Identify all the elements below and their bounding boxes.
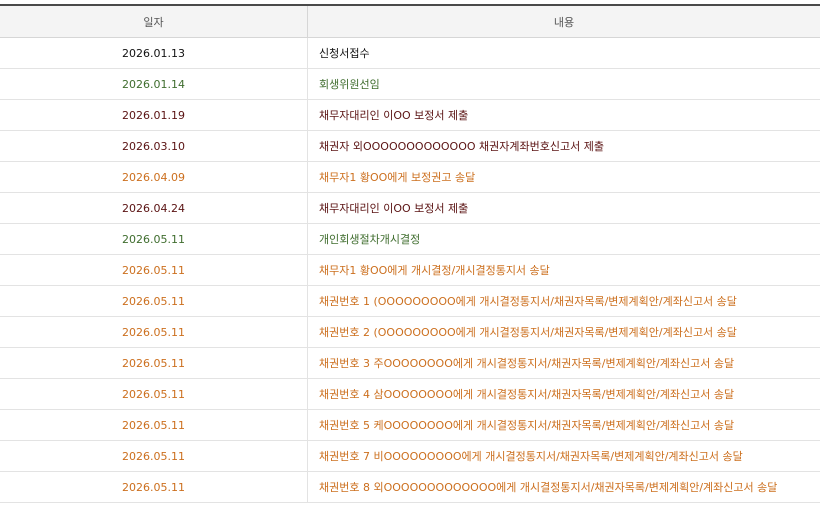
row-date: 2026.05.11 xyxy=(0,317,308,347)
table-row: 2026.05.11 채권번호 7 비OOOOOOOOO에게 개시결정통지서/채권… xyxy=(0,441,820,472)
table-row: 2026.05.11 개인회생절차개시결정 xyxy=(0,224,820,255)
header-content: 내용 xyxy=(553,15,575,29)
row-content: 채권번호 3 주OOOOOOOO에게 개시결정통지서/채권자목록/변제계획안/계… xyxy=(319,357,735,370)
row-date: 2026.05.11 xyxy=(0,379,308,409)
table-row: 2026.05.11 채권번호 4 삼OOOOOOOO에게 개시결정통지서/채권자… xyxy=(0,379,820,410)
table-row: 2026.01.14 회생위원선임 xyxy=(0,69,820,100)
row-date: 2026.05.11 xyxy=(0,410,308,440)
table-row: 2026.05.11 채권번호 5 케OOOOOOOO에게 개시결정통지서/채권자… xyxy=(0,410,820,441)
table-body: 2026.01.13 신청서접수 2026.01.14 회생위원선임 2026.01.1… xyxy=(0,38,820,503)
row-date: 2026.01.19 xyxy=(0,100,308,130)
row-date: 2026.05.11 xyxy=(0,348,308,378)
row-date: 2026.05.11 xyxy=(0,472,308,502)
table-row: 2026.05.11 채권번호 3 주OOOOOOOO에게 개시결정통지서/채권자… xyxy=(0,348,820,379)
row-content: 개인회생절차개시결정 xyxy=(319,233,421,246)
table-row: 2026.03.10 채권자 외OOOOOOOOOOOOO 채권자계좌번호신고서 … xyxy=(0,131,820,162)
row-content: 회생위원선임 xyxy=(319,78,380,91)
row-content: 채무자대리인 이OO 보정서 제출 xyxy=(319,109,469,122)
row-content: 채무자1 황OO에게 개시결정/개시결정통지서 송달 xyxy=(319,264,550,277)
row-content: 채무자대리인 이OO 보정서 제출 xyxy=(319,202,469,215)
row-content: 신청서접수 xyxy=(319,47,370,60)
row-content: 채권번호 5 케OOOOOOOO에게 개시결정통지서/채권자목록/변제계획안/계… xyxy=(319,419,735,432)
header-date: 일자 xyxy=(0,6,308,37)
row-date: 2026.01.13 xyxy=(0,38,308,68)
row-date: 2026.05.11 xyxy=(0,441,308,471)
table-row: 2026.04.24 채무자대리인 이OO 보정서 제출 xyxy=(0,193,820,224)
table-row: 2026.01.19 채무자대리인 이OO 보정서 제출 xyxy=(0,100,820,131)
table-row: 2026.01.13 신청서접수 xyxy=(0,38,820,69)
table-row: 2026.05.11 채권번호 8 외OOOOOOOOOOOOO에게 개시결정통지… xyxy=(0,472,820,503)
table-row: 2026.04.09 채무자1 황OO에게 보정권고 송달 xyxy=(0,162,820,193)
row-content: 채권번호 7 비OOOOOOOOO에게 개시결정통지서/채권자목록/변제계획안/… xyxy=(319,450,743,463)
table-row: 2026.05.11 채무자1 황OO에게 개시결정/개시결정통지서 송달 xyxy=(0,255,820,286)
row-date: 2026.01.14 xyxy=(0,69,308,99)
row-content: 채무자1 황OO에게 보정권고 송달 xyxy=(319,171,476,184)
row-content: 채권번호 4 삼OOOOOOOO에게 개시결정통지서/채권자목록/변제계획안/계… xyxy=(319,388,735,401)
table-row: 2026.05.11 채권번호 1 (OOOOOOOOO에게 개시결정통지서/채권… xyxy=(0,286,820,317)
row-content: 채권번호 8 외OOOOOOOOOOOOO에게 개시결정통지서/채권자목록/변제… xyxy=(319,481,778,494)
row-date: 2026.04.24 xyxy=(0,193,308,223)
case-history-table: 일자 내용 2026.01.13 신청서접수 2026.01.14 회생위원선임 202… xyxy=(0,0,820,503)
row-date: 2026.05.11 xyxy=(0,224,308,254)
table-row: 2026.05.11 채권번호 2 (OOOOOOOOO에게 개시결정통지서/채권… xyxy=(0,317,820,348)
row-date: 2026.03.10 xyxy=(0,131,308,161)
row-content: 채권자 외OOOOOOOOOOOOO 채권자계좌번호신고서 제출 xyxy=(319,140,604,153)
row-date: 2026.05.11 xyxy=(0,255,308,285)
row-date: 2026.05.11 xyxy=(0,286,308,316)
row-date: 2026.04.09 xyxy=(0,162,308,192)
table-header: 일자 내용 xyxy=(0,6,820,38)
row-content: 채권번호 1 (OOOOOOOOO에게 개시결정통지서/채권자목록/변제계획안/… xyxy=(319,295,737,308)
row-content: 채권번호 2 (OOOOOOOOO에게 개시결정통지서/채권자목록/변제계획안/… xyxy=(319,326,737,339)
